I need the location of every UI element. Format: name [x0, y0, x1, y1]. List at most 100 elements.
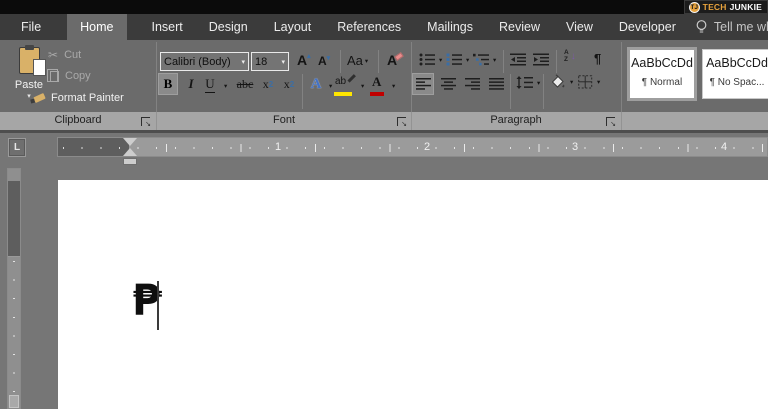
text-effects-button[interactable]: A — [306, 73, 326, 95]
word-window: TJ TECH JUNKIE File Home Insert Design La… — [0, 0, 768, 409]
paste-clipboard-icon — [18, 45, 46, 76]
tab-references[interactable]: References — [324, 14, 414, 40]
sort-button[interactable]: AZ ↓ — [564, 49, 576, 63]
grow-font-button[interactable]: A ▴ — [297, 52, 311, 68]
copy-icon — [47, 68, 59, 82]
scissors-icon: ✂ — [48, 48, 59, 62]
first-line-indent-marker[interactable] — [122, 138, 137, 146]
hanging-indent-marker[interactable] — [122, 148, 137, 156]
clipboard-group-label: Clipboard — [54, 114, 102, 126]
italic-button[interactable]: I — [183, 73, 199, 95]
style-card-normal[interactable]: AaBbCcDd ¶ Normal — [627, 47, 697, 101]
font-color-button[interactable]: A — [370, 74, 386, 96]
underline-caret-icon[interactable]: ▾ — [224, 82, 227, 90]
align-center-button[interactable] — [437, 73, 459, 95]
small-separator — [378, 50, 379, 73]
numbering-button[interactable]: ▾ — [446, 53, 469, 66]
bold-button[interactable]: B — [158, 73, 178, 95]
paragraph-dialog-launcher[interactable]: ↘ — [606, 117, 616, 128]
small-separator — [543, 74, 544, 109]
paste-label: Paste — [14, 79, 44, 91]
style-name: ¶ Normal — [641, 76, 683, 88]
multilevel-caret-icon: ▾ — [493, 56, 497, 64]
show-hide-pilcrow-button[interactable]: ¶ — [594, 51, 601, 66]
highlight-caret-icon[interactable]: ▾ — [361, 82, 364, 90]
copy-button[interactable]: Copy — [47, 68, 91, 82]
text-effects-glyph: A — [310, 75, 322, 92]
increase-indent-button[interactable] — [533, 53, 549, 66]
font-size-caret-icon[interactable]: ▾ — [281, 58, 285, 66]
font-name-combo[interactable]: Calibri (Body) ▾ — [160, 52, 249, 71]
launcher-arrow-icon: ↘ — [145, 121, 151, 128]
change-case-glyph: Aa — [347, 53, 363, 68]
strikethrough-button[interactable]: abc — [232, 73, 258, 95]
launcher-arrow-icon: ↘ — [401, 121, 407, 128]
tell-me-text: Tell me what you — [713, 20, 768, 34]
font-name-caret-icon[interactable]: ▾ — [241, 58, 245, 66]
tab-design[interactable]: Design — [196, 14, 261, 40]
decrease-indent-button[interactable] — [510, 53, 526, 66]
line-spacing-button[interactable]: ▾ — [516, 76, 540, 89]
tell-me-box[interactable]: Tell me what you — [695, 14, 768, 40]
tab-layout[interactable]: Layout — [261, 14, 325, 40]
font-group-label: Font — [272, 114, 295, 126]
borders-button[interactable]: ▾ — [578, 75, 600, 89]
font-dialog-launcher[interactable]: ↘ — [397, 117, 407, 128]
logo-text-tech: TECH — [702, 2, 727, 12]
multilevel-list-button[interactable]: ▾ — [473, 53, 496, 66]
change-case-button[interactable]: Aa ▾ — [347, 53, 368, 68]
format-painter-button[interactable]: Format Painter — [33, 92, 124, 104]
clear-formatting-button[interactable]: A — [387, 52, 404, 68]
techjunkie-logo: TJ TECH JUNKIE — [683, 0, 768, 14]
line-spacing-caret-icon: ▾ — [537, 79, 541, 87]
highlight-color-bar — [334, 92, 352, 96]
document-page[interactable]: ₱ — [58, 180, 768, 409]
ribbon: Paste ▾ ✂ Cut Copy Format Painter Clipbo… — [0, 40, 768, 133]
launcher-arrow-icon: ↘ — [610, 121, 616, 128]
tab-view[interactable]: View — [553, 14, 606, 40]
text-effects-caret-icon[interactable]: ▾ — [329, 82, 332, 90]
clipboard-dialog-launcher[interactable]: ↘ — [141, 117, 151, 128]
tab-home[interactable]: Home — [67, 14, 127, 40]
text-highlight-button[interactable]: ab — [334, 74, 356, 96]
subscript-digit: 2 — [268, 79, 274, 89]
small-separator — [340, 50, 341, 73]
tab-file[interactable]: File — [8, 14, 54, 40]
horizontal-ruler: 1 2 3 4 — [57, 137, 768, 165]
align-left-button[interactable] — [412, 73, 434, 95]
tab-insert[interactable]: Insert — [139, 14, 196, 40]
bullets-button[interactable]: ▾ — [419, 53, 442, 66]
change-case-caret-icon: ▾ — [364, 57, 369, 65]
ribbon-bottom-border — [0, 130, 768, 133]
bold-glyph: B — [163, 76, 173, 91]
style-name: ¶ No Spac... — [709, 76, 765, 88]
paste-page-icon — [32, 59, 46, 76]
shrink-font-button[interactable]: A ▾ — [318, 54, 330, 68]
font-color-caret-icon[interactable]: ▾ — [392, 82, 395, 90]
font-size-value: 18 — [255, 55, 268, 68]
small-separator — [302, 74, 303, 109]
subscript-button[interactable]: x2 — [258, 73, 278, 95]
tab-stop-selector[interactable]: L — [8, 138, 26, 157]
sort-z-glyph: Z — [564, 55, 568, 63]
tab-developer[interactable]: Developer — [606, 14, 689, 40]
numbering-caret-icon: ▾ — [466, 56, 470, 64]
superscript-button[interactable]: x2 — [279, 73, 299, 95]
pilcrow-glyph: ¶ — [594, 51, 602, 66]
strikethrough-glyph: abc — [236, 76, 254, 91]
ruler-half-ticks — [166, 144, 765, 152]
cut-button[interactable]: ✂ Cut — [48, 48, 81, 62]
font-name-value: Calibri (Body) — [164, 55, 231, 68]
style-sample-text: AaBbCcDd — [631, 56, 693, 70]
left-indent-marker[interactable] — [122, 158, 137, 165]
underline-button[interactable]: U — [202, 73, 218, 95]
shading-button[interactable]: ▾ — [549, 74, 573, 89]
tab-review[interactable]: Review — [486, 14, 553, 40]
vertical-ruler-footer — [9, 395, 19, 408]
justify-button[interactable] — [485, 73, 507, 95]
align-right-button[interactable] — [461, 73, 483, 95]
style-card-no-spacing[interactable]: AaBbCcDd ¶ No Spac... — [702, 49, 768, 99]
font-size-combo[interactable]: 18 ▾ — [251, 52, 289, 71]
tab-mailings[interactable]: Mailings — [414, 14, 486, 40]
bullets-caret-icon: ▾ — [439, 56, 443, 64]
